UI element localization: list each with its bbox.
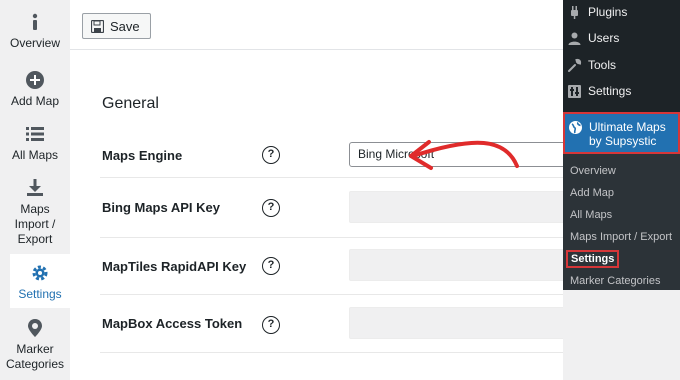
setting-row-bing-key: Bing Maps API Key ? — [100, 178, 593, 238]
admin-menu-label: Tools — [588, 58, 617, 72]
section-title: General — [102, 95, 159, 112]
admin-submenu: Overview Add Map All Maps Maps Import / … — [563, 154, 680, 290]
nav-item-label: Marker — [16, 342, 54, 356]
admin-menu-label: Plugins — [588, 5, 628, 19]
nav-item-marker-categories[interactable]: Marker Categories — [0, 318, 70, 372]
save-button-label: Save — [110, 18, 140, 34]
page-background — [563, 290, 680, 380]
list-icon — [26, 127, 44, 141]
submenu-all-maps[interactable]: All Maps — [570, 209, 612, 221]
admin-menu-plugins[interactable]: Plugins — [563, 0, 680, 26]
globe-icon — [569, 121, 582, 134]
setting-row-mapbox-token: MapBox Access Token ? — [100, 295, 593, 353]
admin-menu-ultimate-maps[interactable]: Ultimate Maps by Supsystic — [563, 112, 680, 154]
setting-label: Bing Maps API Key — [102, 200, 220, 215]
nav-item-label: Categories — [5, 357, 65, 371]
nav-item-label: Import / — [14, 217, 56, 231]
info-icon — [32, 13, 38, 30]
annotation-arrow — [409, 140, 519, 170]
download-icon — [27, 179, 43, 196]
setting-row-maptiles-key: MapTiles RapidAPI Key ? — [100, 238, 593, 295]
nav-item-overview[interactable]: Overview — [0, 12, 70, 51]
admin-menu-label: Users — [588, 31, 620, 45]
nav-item-label: Export — [17, 232, 53, 246]
nav-item-add-map[interactable]: Add Map — [0, 70, 70, 109]
settings-icon — [568, 85, 581, 98]
toolbar: Save — [70, 0, 563, 50]
nav-item-settings[interactable]: Settings — [10, 254, 70, 308]
nav-item-import-export[interactable]: Maps Import / Export — [0, 178, 70, 247]
submenu-add-map[interactable]: Add Map — [570, 187, 614, 199]
help-icon[interactable]: ? — [262, 199, 280, 217]
admin-menu-tools[interactable]: Tools — [563, 53, 680, 79]
nav-item-label: Settings — [18, 287, 62, 301]
floppy-disk-icon — [91, 19, 104, 33]
gear-icon — [32, 265, 48, 281]
setting-label: MapTiles RapidAPI Key — [102, 259, 247, 274]
nav-item-label: All Maps — [11, 148, 58, 162]
admin-menu-label: Ultimate Maps by Supsystic — [589, 120, 666, 148]
plug-icon — [571, 6, 578, 19]
nav-item-all-maps[interactable]: All Maps — [0, 124, 70, 163]
nav-item-label: Overview — [9, 36, 60, 50]
user-icon — [568, 32, 581, 45]
submenu-overview[interactable]: Overview — [570, 165, 616, 177]
plugin-nav: Overview Add Map All Maps Maps Import / … — [0, 0, 70, 380]
setting-label: MapBox Access Token — [102, 316, 243, 331]
nav-item-label: Add Map — [10, 94, 60, 108]
admin-menu-settings[interactable]: Settings — [563, 79, 680, 105]
nav-item-label: Maps — [20, 202, 50, 216]
bing-api-key-input[interactable] — [349, 191, 593, 223]
admin-sidebar: Plugins Users Tools Settings Ultimate Ma… — [563, 0, 680, 290]
plus-circle-icon — [26, 71, 44, 89]
submenu-marker-categories[interactable]: Marker Categories — [570, 275, 660, 287]
setting-label: Maps Engine — [102, 148, 183, 163]
settings-panel: Save General Maps Engine ? Bing Microsof… — [70, 0, 593, 380]
submenu-settings[interactable]: Settings — [566, 250, 620, 268]
save-button[interactable]: Save — [82, 13, 151, 39]
wrench-icon — [568, 58, 582, 72]
help-icon[interactable]: ? — [262, 316, 280, 334]
help-icon[interactable]: ? — [262, 257, 280, 275]
admin-menu-users[interactable]: Users — [563, 26, 680, 52]
maptiles-api-key-input[interactable] — [349, 249, 593, 281]
app-window: Overview Add Map All Maps Maps Import / … — [0, 0, 680, 380]
mapbox-token-input[interactable] — [349, 307, 593, 339]
submenu-import-export[interactable]: Maps Import / Export — [570, 231, 672, 243]
admin-menu-label: Settings — [588, 84, 632, 98]
map-pin-icon — [28, 319, 42, 337]
help-icon[interactable]: ? — [262, 146, 280, 164]
